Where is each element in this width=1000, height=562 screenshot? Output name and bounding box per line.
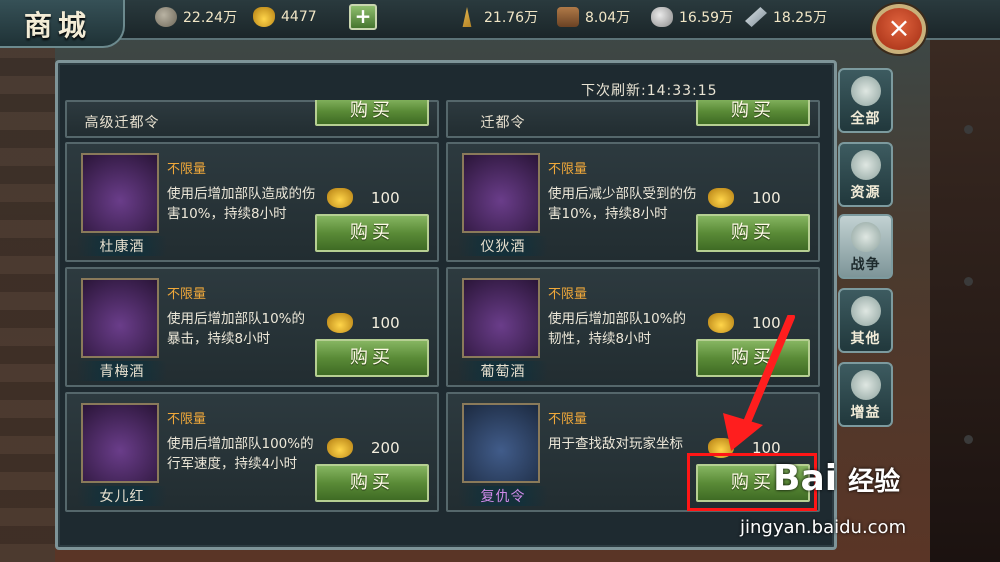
shop-item-card: 青梅酒 不限量 使用后增加部队10%的暴击，持续8小时 100 购买 bbox=[65, 267, 439, 387]
item-description: 使用后增加部队10%的韧性，持续8小时 bbox=[548, 311, 687, 347]
item-price: 200 bbox=[327, 438, 400, 458]
stone-resource: 16.59万 bbox=[651, 6, 733, 28]
gold-ingot-icon bbox=[253, 7, 275, 27]
ingot-resource: 4477 bbox=[253, 6, 317, 28]
coin-icon bbox=[850, 76, 881, 106]
buy-button[interactable]: 购买 bbox=[696, 100, 810, 126]
recharge-plus-button[interactable]: + bbox=[349, 4, 377, 30]
grain-resource: 21.76万 bbox=[456, 6, 538, 28]
wood-resource: 8.04万 bbox=[557, 6, 630, 28]
shop-item-card: 仪狄酒 不限量 使用后减少部队受到的伤害10%，持续8小时 100 购买 bbox=[446, 142, 820, 262]
grain-bundle-icon bbox=[850, 150, 881, 180]
tab-buff[interactable]: 增益 bbox=[838, 362, 893, 427]
gold-ingot-icon bbox=[327, 313, 353, 333]
price-value: 100 bbox=[752, 189, 781, 207]
ingot-value: 4477 bbox=[281, 9, 317, 25]
bronze-vessel-icon bbox=[462, 153, 540, 233]
buy-button[interactable]: 购买 bbox=[696, 214, 810, 252]
item-description: 使用后增加部队造成的伤害10%，持续8小时 bbox=[167, 186, 316, 222]
copper-resource: 22.24万 bbox=[155, 6, 237, 28]
price-value: 200 bbox=[371, 439, 400, 457]
crossed-swords-icon bbox=[850, 222, 881, 252]
shop-item-card: 迁都令 购买 bbox=[446, 100, 820, 138]
price-value: 100 bbox=[371, 314, 400, 332]
buy-button[interactable]: 购买 bbox=[315, 100, 429, 126]
item-name: 青梅酒 bbox=[77, 361, 167, 381]
close-button[interactable]: × bbox=[872, 4, 926, 54]
item-name: 高级迁都令 bbox=[84, 115, 160, 131]
item-name: 杜康酒 bbox=[77, 236, 167, 256]
copper-value: 22.24万 bbox=[183, 10, 238, 26]
item-name: 仪狄酒 bbox=[458, 236, 548, 256]
item-limit: 不限量 bbox=[167, 162, 207, 177]
phone-nav-dot bbox=[964, 125, 973, 134]
item-description: 使用后减少部队受到的伤害10%，持续8小时 bbox=[548, 186, 697, 222]
item-limit: 不限量 bbox=[548, 412, 588, 427]
buy-button[interactable]: 购买 bbox=[315, 339, 429, 377]
item-limit: 不限量 bbox=[167, 412, 207, 427]
revenge-token-icon bbox=[462, 403, 540, 483]
price-value: 100 bbox=[371, 189, 400, 207]
boost-arrow-icon bbox=[850, 370, 881, 400]
refresh-timer: 下次刷新:14:33:15 bbox=[581, 83, 718, 99]
item-limit: 不限量 bbox=[167, 287, 207, 302]
tab-other[interactable]: 其他 bbox=[838, 288, 893, 353]
buy-button[interactable]: 购买 bbox=[315, 214, 429, 252]
background-left bbox=[0, 40, 55, 562]
item-name: 葡萄酒 bbox=[458, 361, 548, 381]
copper-coin-icon bbox=[155, 7, 177, 27]
shop-item-card: 杜康酒 不限量 使用后增加部队造成的伤害10%，持续8小时 100 购买 bbox=[65, 142, 439, 262]
shop-item-card: 高级迁都令 购买 bbox=[65, 100, 439, 138]
iron-value: 18.25万 bbox=[773, 10, 828, 26]
stone-value: 16.59万 bbox=[679, 10, 734, 26]
item-limit: 不限量 bbox=[548, 162, 588, 177]
grain-value: 21.76万 bbox=[484, 10, 539, 26]
pouch-icon bbox=[850, 296, 881, 326]
tab-all[interactable]: 全部 bbox=[838, 68, 893, 133]
item-description: 使用后增加部队100%的行军速度，持续4小时 bbox=[167, 436, 314, 472]
red-sealed-jar-icon bbox=[81, 403, 159, 483]
top-resource-bar: 22.24万 4477 + 21.76万 8.04万 16.59万 18.25万 bbox=[0, 0, 1000, 40]
phone-nav-dot bbox=[964, 435, 973, 444]
grain-icon bbox=[462, 7, 472, 27]
buy-button[interactable]: 购买 bbox=[315, 464, 429, 502]
shop-item-card: 女儿红 不限量 使用后增加部队100%的行军速度，持续4小时 200 购买 bbox=[65, 392, 439, 512]
item-name: 迁都令 bbox=[480, 115, 526, 131]
item-price: 100 bbox=[327, 188, 400, 208]
stone-icon bbox=[651, 7, 673, 27]
item-description: 用于查找敌对玩家坐标 bbox=[548, 436, 683, 452]
red-arrow-annotation bbox=[723, 315, 795, 451]
phone-nav-dot bbox=[964, 277, 973, 286]
black-wine-bottle-icon bbox=[81, 278, 159, 358]
iron-resource: 18.25万 bbox=[745, 6, 827, 28]
gold-ingot-icon bbox=[708, 188, 734, 208]
wood-icon bbox=[557, 7, 579, 27]
item-description: 使用后增加部队10%的暴击，持续8小时 bbox=[167, 311, 306, 347]
item-limit: 不限量 bbox=[548, 287, 588, 302]
celadon-vase-icon bbox=[462, 278, 540, 358]
gold-ingot-icon bbox=[327, 188, 353, 208]
gold-ingot-icon bbox=[327, 438, 353, 458]
page-title: 商城 bbox=[0, 0, 125, 48]
watermark-url: jingyan.baidu.com bbox=[740, 517, 907, 538]
item-price: 100 bbox=[708, 188, 781, 208]
item-name: 女儿红 bbox=[77, 486, 167, 506]
tab-war[interactable]: 战争 bbox=[838, 214, 893, 279]
tab-resources[interactable]: 资源 bbox=[838, 142, 893, 207]
item-name: 复仇令 bbox=[458, 486, 548, 506]
iron-icon bbox=[745, 7, 767, 27]
wine-jar-icon bbox=[81, 153, 159, 233]
item-price: 100 bbox=[327, 313, 400, 333]
wood-value: 8.04万 bbox=[585, 10, 631, 26]
